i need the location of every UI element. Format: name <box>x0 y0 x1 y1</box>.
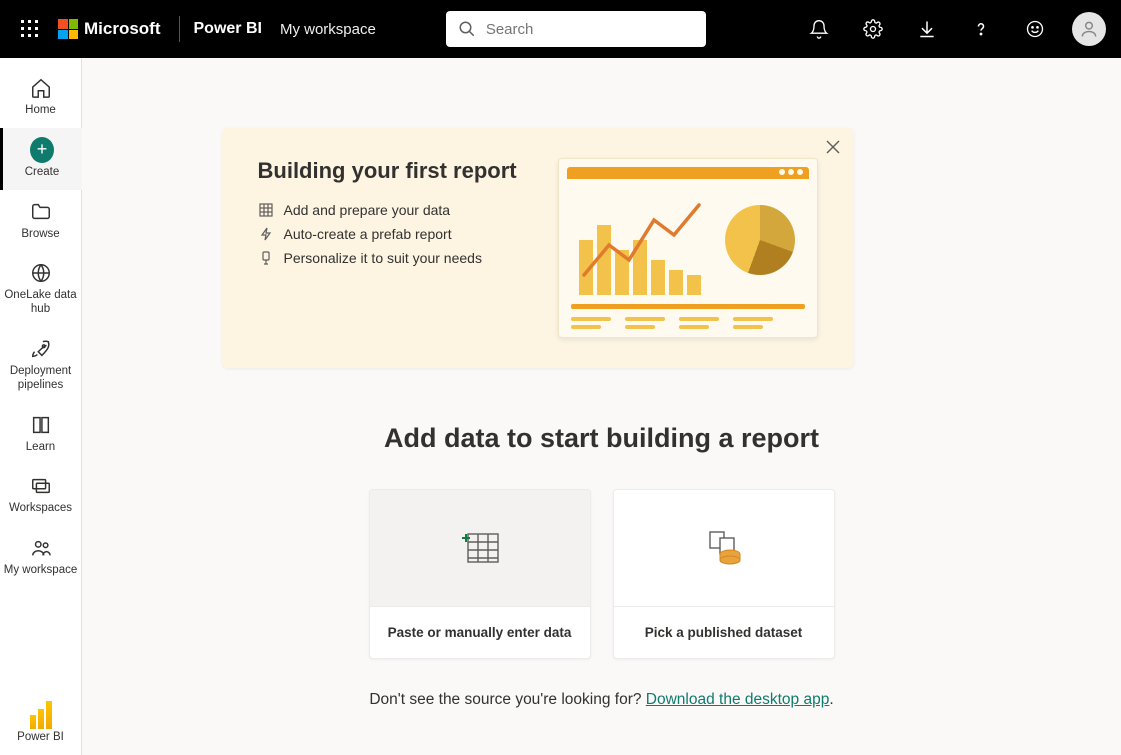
nav-label: Browse <box>21 228 59 242</box>
account-button[interactable] <box>1069 9 1109 49</box>
dataset-icon <box>702 528 746 568</box>
download-button[interactable] <box>907 9 947 49</box>
nav-label: Learn <box>26 441 55 455</box>
gear-icon <box>863 19 883 39</box>
footer-text: Don't see the source you're looking for?… <box>222 691 982 709</box>
left-nav: Home + Create Browse OneLake data hub De… <box>0 58 82 755</box>
nav-label: Create <box>25 166 60 180</box>
nav-label: Deployment pipelines <box>4 365 78 393</box>
card-published-dataset[interactable]: Pick a published dataset <box>613 489 835 659</box>
app-header: Microsoft Power BI My workspace <box>0 0 1121 58</box>
microsoft-squares-icon <box>58 19 78 39</box>
banner-step-2: Auto-create a prefab report <box>258 226 528 242</box>
smiley-icon <box>1025 19 1045 39</box>
notifications-button[interactable] <box>799 9 839 49</box>
microsoft-logo: Microsoft <box>58 19 161 39</box>
nav-workspaces[interactable]: Workspaces <box>0 464 82 526</box>
nav-learn[interactable]: Learn <box>0 403 82 465</box>
personalize-icon <box>258 250 274 266</box>
bell-icon <box>809 19 829 39</box>
powerbi-logo-icon <box>29 703 53 727</box>
section-heading: Add data to start building a report <box>222 423 982 454</box>
nav-browse[interactable]: Browse <box>0 190 82 252</box>
banner-close-button[interactable] <box>826 140 840 154</box>
banner-illustration <box>558 158 818 338</box>
first-report-banner: Building your first report Add and prepa… <box>222 128 854 368</box>
nav-label: Home <box>25 104 56 118</box>
brand-label: Microsoft <box>84 19 161 39</box>
download-icon <box>917 19 937 39</box>
nav-label: OneLake data hub <box>4 289 78 317</box>
home-icon <box>29 76 53 100</box>
help-icon <box>971 19 991 39</box>
card-label: Paste or manually enter data <box>370 606 590 658</box>
waffle-icon <box>21 20 39 38</box>
nav-home[interactable]: Home <box>0 66 82 128</box>
banner-title: Building your first report <box>258 158 528 184</box>
step-text: Personalize it to suit your needs <box>284 250 482 266</box>
table-icon <box>258 202 274 218</box>
help-button[interactable] <box>961 9 1001 49</box>
banner-step-3: Personalize it to suit your needs <box>258 250 528 266</box>
settings-button[interactable] <box>853 9 893 49</box>
step-text: Auto-create a prefab report <box>284 226 452 242</box>
app-launcher-button[interactable] <box>12 11 48 47</box>
card-paste-data[interactable]: Paste or manually enter data <box>369 489 591 659</box>
footer-period: . <box>829 691 833 708</box>
folder-icon <box>29 200 53 224</box>
nav-create[interactable]: + Create <box>0 128 82 190</box>
breadcrumb[interactable]: My workspace <box>280 21 376 38</box>
nav-my-workspace[interactable]: My workspace <box>0 526 82 588</box>
step-text: Add and prepare your data <box>284 202 451 218</box>
data-hub-icon <box>29 261 53 285</box>
search-input[interactable] <box>486 21 694 38</box>
nav-label: Workspaces <box>9 502 72 516</box>
nav-label: Power BI <box>17 731 64 745</box>
nav-powerbi[interactable]: Power BI <box>0 693 82 755</box>
book-icon <box>29 413 53 437</box>
banner-step-1: Add and prepare your data <box>258 202 528 218</box>
workspaces-icon <box>29 474 53 498</box>
people-icon <box>29 536 53 560</box>
search-icon <box>458 20 476 38</box>
footer-prompt: Don't see the source you're looking for? <box>369 691 645 708</box>
lightning-icon <box>258 226 274 242</box>
download-desktop-link[interactable]: Download the desktop app <box>646 691 830 708</box>
close-icon <box>826 140 840 154</box>
nav-deployment-pipelines[interactable]: Deployment pipelines <box>0 327 82 403</box>
nav-label: My workspace <box>4 564 78 578</box>
person-icon <box>1079 19 1099 39</box>
feedback-button[interactable] <box>1015 9 1055 49</box>
avatar <box>1072 12 1106 46</box>
header-divider <box>179 16 180 42</box>
plus-circle-icon: + <box>30 138 54 162</box>
rocket-icon <box>29 337 53 361</box>
main-content: Building your first report Add and prepa… <box>82 58 1121 755</box>
data-source-cards: Paste or manually enter data Pick a publ… <box>222 489 982 659</box>
product-label[interactable]: Power BI <box>194 20 262 38</box>
card-label: Pick a published dataset <box>614 606 834 658</box>
table-entry-icon <box>458 530 502 566</box>
search-box[interactable] <box>446 11 706 47</box>
nav-onelake[interactable]: OneLake data hub <box>0 251 82 327</box>
